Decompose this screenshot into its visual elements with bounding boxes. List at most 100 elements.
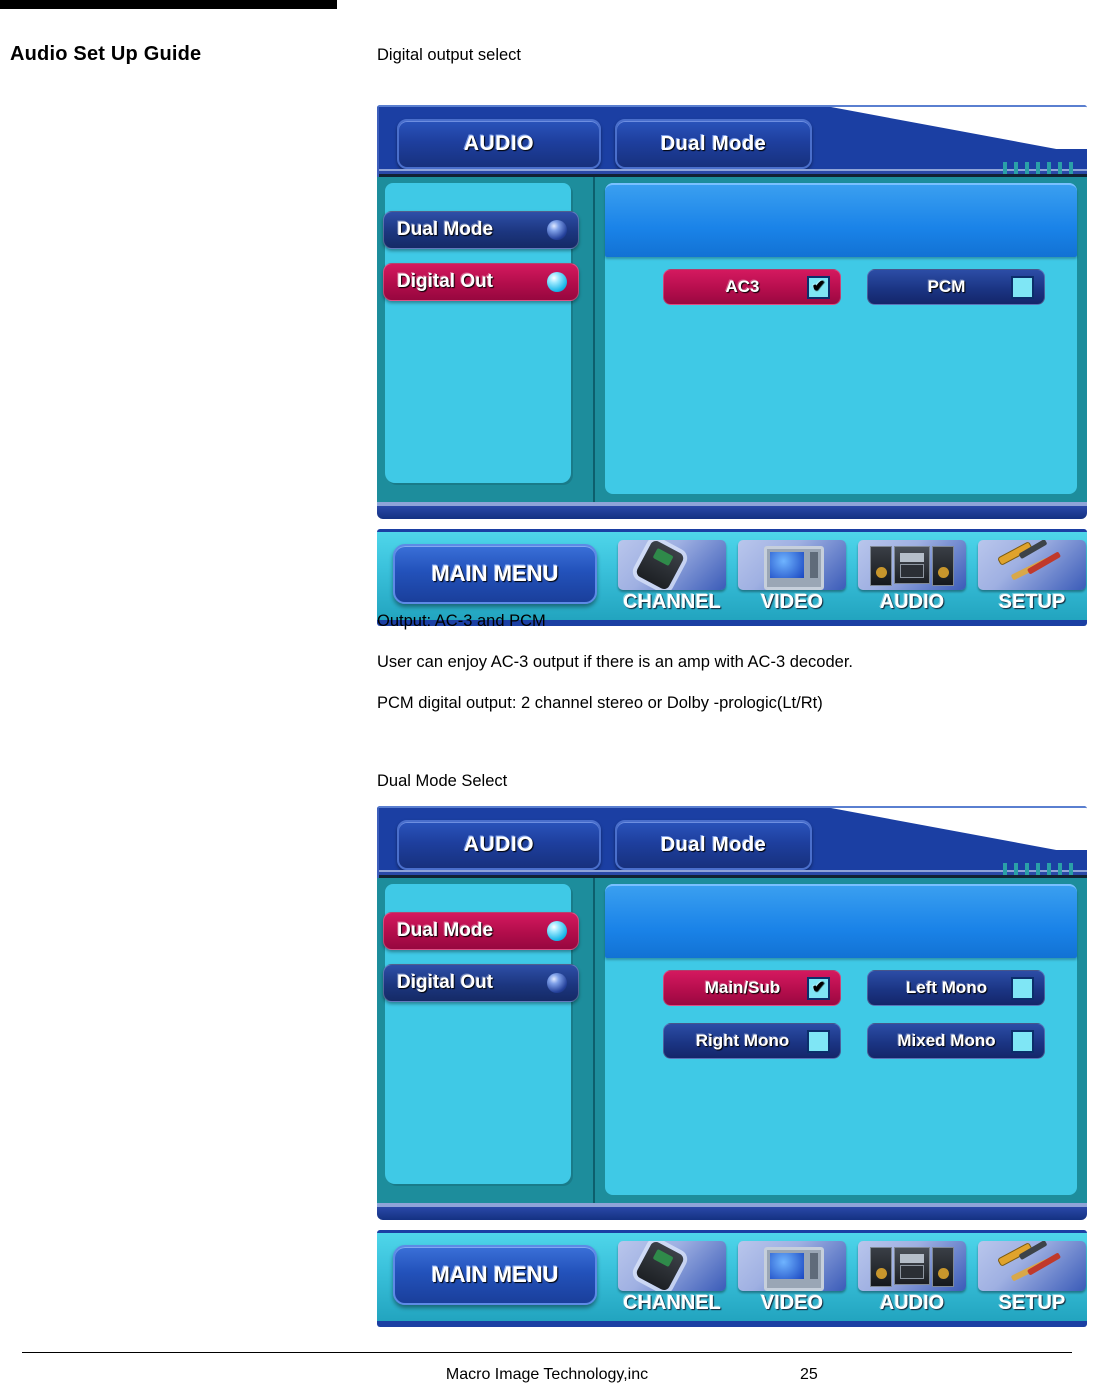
header-ridges-decor <box>1003 863 1079 875</box>
nav-item-label: SETUP <box>998 591 1066 613</box>
tab-audio[interactable]: AUDIO <box>397 820 601 870</box>
bullet-indicator-icon <box>547 220 567 240</box>
remote-control-icon <box>618 1241 726 1291</box>
osd-content-panel: Main/Sub ✔ Left Mono Right Mono Mixed Mo… <box>595 878 1087 1203</box>
note-line-3: PCM digital output: 2 channel stereo or … <box>377 694 823 712</box>
header-slope-cut <box>831 107 1087 149</box>
footer-page-number: 25 <box>800 1366 818 1383</box>
option-label: Main/Sub <box>704 978 781 997</box>
sidebar-item-label: Digital Out <box>397 972 494 993</box>
note-line-1: Output: AC-3 and PCM <box>377 612 546 630</box>
sidebar-item-label: Dual Mode <box>397 219 494 240</box>
tv-monitor-icon <box>738 540 846 590</box>
nav-item-audio[interactable]: AUDIO <box>857 540 967 614</box>
option-label: Left Mono <box>905 978 988 997</box>
osd-body: Dual Mode Digital Out Main/Sub ✔ Left Mo… <box>377 878 1087 1203</box>
option-label: Right Mono <box>695 1031 790 1050</box>
nav-item-label: CHANNEL <box>623 591 721 613</box>
osd-sidebar: Dual Mode Digital Out <box>377 177 595 502</box>
main-menu-button[interactable]: MAIN MENU <box>393 544 597 604</box>
option-row: AC3 ✔ PCM <box>657 269 1063 310</box>
nav-item-label: AUDIO <box>879 591 945 613</box>
tab-dual-mode[interactable]: Dual Mode <box>615 119 812 169</box>
bullet-indicator-icon <box>547 272 567 292</box>
body-bottom-rule <box>377 502 1087 524</box>
content-inner-panel: AC3 ✔ PCM <box>605 183 1077 494</box>
tools-icon <box>978 540 1086 590</box>
body-bottom-rule <box>377 1203 1087 1225</box>
osd-screenshot-dual-mode: AUDIO Dual Mode Dual Mode Digital Out Ma… <box>377 806 1087 1327</box>
option-row: Right Mono Mixed Mono <box>657 1023 1063 1064</box>
nav-item-label: CHANNEL <box>623 1292 721 1314</box>
sidebar-item-dual-mode[interactable]: Dual Mode <box>383 211 579 249</box>
page-title: Audio Set Up Guide <box>10 43 202 65</box>
option-label: AC3 <box>725 277 760 296</box>
sidebar-item-dual-mode[interactable]: Dual Mode <box>383 912 579 950</box>
option-row: Main/Sub ✔ Left Mono <box>657 970 1063 1011</box>
header-slope-cut <box>831 808 1087 850</box>
tv-monitor-icon <box>738 1241 846 1291</box>
osd-header-bar: AUDIO Dual Mode <box>377 105 1087 177</box>
option-ac3[interactable]: AC3 ✔ <box>657 269 841 310</box>
nav-item-channel[interactable]: CHANNEL <box>617 540 727 614</box>
option-grid: AC3 ✔ PCM <box>657 269 1063 322</box>
option-right-mono[interactable]: Right Mono <box>657 1023 841 1064</box>
section-1-caption: Digital output select <box>377 46 521 64</box>
tab-dual-mode[interactable]: Dual Mode <box>615 820 812 870</box>
tools-icon <box>978 1241 1086 1291</box>
tab-audio[interactable]: AUDIO <box>397 119 601 169</box>
sidebar-item-digital-out[interactable]: Digital Out <box>383 964 579 1002</box>
osd-window: AUDIO Dual Mode Dual Mode Digital Out <box>377 806 1087 1225</box>
header-divider-rule <box>379 863 1087 878</box>
option-main-sub[interactable]: Main/Sub ✔ <box>657 970 841 1011</box>
bullet-indicator-icon <box>547 921 567 941</box>
checkbox-unchecked-icon[interactable] <box>1011 976 1034 1000</box>
nav-item-label: VIDEO <box>760 591 824 613</box>
content-inner-panel: Main/Sub ✔ Left Mono Right Mono Mixed Mo… <box>605 884 1077 1195</box>
main-menu-button[interactable]: MAIN MENU <box>393 1245 597 1305</box>
nav-item-channel[interactable]: CHANNEL <box>617 1241 727 1315</box>
sidebar-item-label: Digital Out <box>397 271 494 292</box>
content-title-strip <box>605 183 1077 257</box>
bullet-indicator-icon <box>547 973 567 993</box>
checkbox-checked-icon[interactable]: ✔ <box>807 976 830 1000</box>
nav-item-label: SETUP <box>998 1292 1066 1314</box>
nav-icon-row: CHANNEL VIDEO AUDIO SETUP <box>617 1241 1087 1315</box>
footer-divider <box>22 1352 1072 1353</box>
checkbox-unchecked-icon[interactable] <box>1011 275 1034 299</box>
header-ridges-decor <box>1003 162 1079 174</box>
checkbox-checked-icon[interactable]: ✔ <box>807 275 830 299</box>
option-label: PCM <box>927 277 966 296</box>
osd-content-panel: AC3 ✔ PCM <box>595 177 1087 502</box>
option-label: Mixed Mono <box>897 1031 996 1050</box>
top-black-bar <box>0 0 337 9</box>
osd-sidebar: Dual Mode Digital Out <box>377 878 595 1203</box>
nav-item-audio[interactable]: AUDIO <box>857 1241 967 1315</box>
checkbox-unchecked-icon[interactable] <box>807 1029 830 1053</box>
osd-header-bar: AUDIO Dual Mode <box>377 806 1087 878</box>
osd-window: AUDIO Dual Mode Dual Mode Digital Out <box>377 105 1087 524</box>
option-mixed-mono[interactable]: Mixed Mono <box>861 1023 1045 1064</box>
sidebar-item-digital-out[interactable]: Digital Out <box>383 263 579 301</box>
remote-control-icon <box>618 540 726 590</box>
nav-item-setup[interactable]: SETUP <box>977 1241 1087 1315</box>
note-line-2: User can enjoy AC-3 output if there is a… <box>377 653 854 671</box>
option-left-mono[interactable]: Left Mono <box>861 970 1045 1011</box>
footer-company: Macro Image Technology,inc <box>445 1366 649 1383</box>
nav-item-label: VIDEO <box>760 1292 824 1314</box>
header-divider-rule <box>379 162 1087 177</box>
osd-screenshot-digital-output: AUDIO Dual Mode Dual Mode Digital Out AC… <box>377 105 1087 626</box>
section-2-caption: Dual Mode Select <box>377 772 508 790</box>
stereo-system-icon <box>858 540 966 590</box>
osd-bottom-nav: MAIN MENU CHANNEL VIDEO AUDIO SETUP <box>377 1230 1087 1327</box>
nav-icon-row: CHANNEL VIDEO AUDIO SETUP <box>617 540 1087 614</box>
nav-item-video[interactable]: VIDEO <box>737 1241 847 1315</box>
checkbox-unchecked-icon[interactable] <box>1011 1029 1034 1053</box>
option-grid: Main/Sub ✔ Left Mono Right Mono Mixed Mo… <box>657 970 1063 1076</box>
content-title-strip <box>605 884 1077 958</box>
option-pcm[interactable]: PCM <box>861 269 1045 310</box>
osd-body: Dual Mode Digital Out AC3 ✔ PCM <box>377 177 1087 502</box>
sidebar-item-label: Dual Mode <box>397 920 494 941</box>
nav-item-setup[interactable]: SETUP <box>977 540 1087 614</box>
nav-item-video[interactable]: VIDEO <box>737 540 847 614</box>
